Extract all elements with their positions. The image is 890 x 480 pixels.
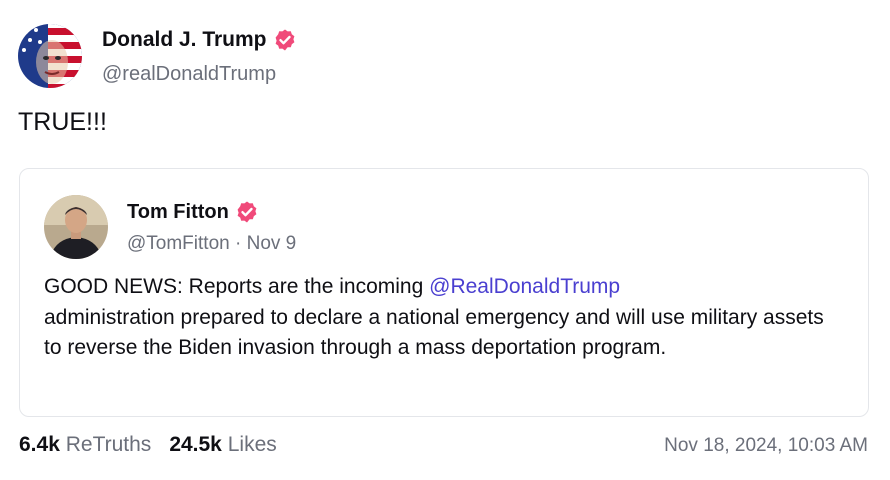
author-handle[interactable]: @realDonaldTrump [102, 63, 276, 86]
likes-label: Likes [227, 433, 277, 456]
author-name-text: Donald J. Trump [102, 28, 267, 51]
post: Donald J. Trump @realDonaldTrump TRUE!!!… [0, 0, 890, 480]
likes-count: 24.5k [169, 433, 222, 456]
retruths-count: 6.4k [19, 433, 60, 456]
meta-separator: · [234, 233, 242, 254]
quote-meta: @TomFitton · Nov 9 [127, 233, 296, 255]
quote-text: GOOD NEWS: Reports are the incoming @Rea… [44, 272, 844, 364]
quote-author-name-text: Tom Fitton [127, 200, 229, 223]
retruths-label: ReTruths [65, 433, 152, 456]
verified-badge-icon [273, 28, 297, 52]
verified-badge-icon [235, 200, 259, 224]
quote-text-before: GOOD NEWS: Reports are the incoming [44, 275, 430, 298]
quote-date[interactable]: Nov 9 [247, 233, 297, 254]
person-avatar-icon [44, 195, 108, 259]
flag-face-avatar-icon [18, 24, 82, 88]
quoted-post-card[interactable]: Tom Fitton @TomFitton · Nov 9 GOOD NEWS:… [19, 168, 869, 417]
author-avatar[interactable] [18, 24, 82, 88]
likes-stat[interactable]: 24.5k Likes [169, 433, 276, 456]
quote-author-handle[interactable]: @TomFitton [127, 233, 230, 254]
post-timestamp[interactable]: Nov 18, 2024, 10:03 AM [664, 435, 868, 457]
retruths-stat[interactable]: 6.4k ReTruths [19, 433, 151, 456]
post-stats: 6.4k ReTruths 24.5k Likes [19, 433, 277, 457]
quote-author-avatar[interactable] [44, 195, 108, 259]
mention-link[interactable]: @RealDonaldTrump [429, 275, 620, 298]
post-text: TRUE!!! [18, 108, 107, 136]
author-name[interactable]: Donald J. Trump [102, 28, 297, 52]
quote-author-name[interactable]: Tom Fitton [127, 200, 259, 224]
quote-text-after: administration prepared to declare a nat… [44, 305, 824, 360]
